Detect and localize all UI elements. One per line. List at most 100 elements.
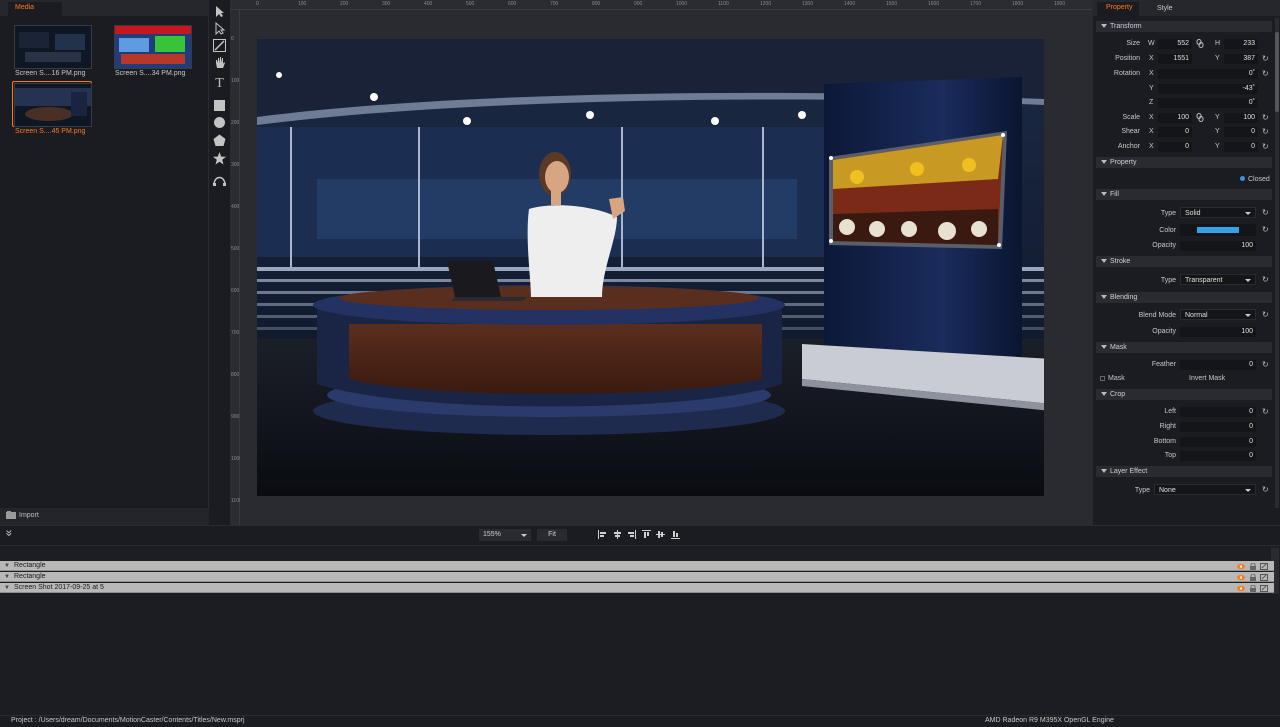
- ruler-tick: 1800: [1012, 1, 1024, 7]
- import-button[interactable]: Import: [19, 512, 39, 519]
- reset-icon[interactable]: ↻: [1262, 226, 1270, 234]
- tab-style[interactable]: Style: [1157, 5, 1173, 12]
- text-icon[interactable]: T: [213, 77, 226, 91]
- fill-opacity-field[interactable]: 100: [1180, 241, 1256, 251]
- tab-media[interactable]: Media: [8, 2, 62, 16]
- visibility-eye-icon[interactable]: [1237, 563, 1245, 570]
- section-stroke[interactable]: Stroke: [1096, 256, 1272, 267]
- select-arrow-icon[interactable]: [213, 5, 226, 18]
- size-width-field[interactable]: 552: [1158, 39, 1192, 49]
- rectangle-icon[interactable]: [213, 99, 226, 112]
- pen-icon[interactable]: [213, 39, 226, 52]
- polygon-icon[interactable]: [213, 134, 226, 147]
- edit-layer-icon[interactable]: [1260, 574, 1268, 581]
- lock-icon[interactable]: [1249, 584, 1257, 592]
- mask-checkbox[interactable]: [1100, 376, 1105, 381]
- rotation-z-field[interactable]: 0˚: [1158, 98, 1258, 108]
- closed-label[interactable]: Closed: [1248, 176, 1270, 183]
- reset-icon[interactable]: ↻: [1262, 55, 1270, 63]
- ellipse-icon[interactable]: [213, 116, 226, 129]
- layer-effect-type-select[interactable]: None: [1154, 484, 1256, 495]
- ruler-tick: 1900: [1054, 1, 1066, 7]
- fit-button[interactable]: Fit: [537, 529, 567, 541]
- direct-select-icon[interactable]: [213, 21, 226, 36]
- anchor-y-field[interactable]: 0: [1224, 142, 1258, 152]
- fill-type-select[interactable]: Solid: [1180, 207, 1256, 218]
- crop-right-field[interactable]: 0: [1180, 422, 1256, 432]
- anchor-x-field[interactable]: 0: [1158, 142, 1192, 152]
- crop-bottom-field[interactable]: 0: [1180, 437, 1256, 447]
- media-thumbnail[interactable]: [14, 25, 92, 69]
- section-transform[interactable]: Transform: [1096, 21, 1272, 32]
- curve-icon[interactable]: [213, 173, 226, 186]
- scale-y-field[interactable]: 100: [1224, 113, 1258, 123]
- blend-mode-select[interactable]: Normal: [1180, 309, 1256, 320]
- visibility-eye-icon[interactable]: [1237, 574, 1245, 581]
- zoom-select[interactable]: 155%: [479, 529, 531, 541]
- star-icon[interactable]: [213, 152, 226, 165]
- align-top-icon[interactable]: [642, 530, 651, 539]
- scale-x-field[interactable]: 100: [1158, 113, 1192, 123]
- shear-y-field[interactable]: 0: [1224, 127, 1258, 137]
- reset-icon[interactable]: ↻: [1262, 114, 1270, 122]
- canvas-scene[interactable]: [257, 39, 1044, 496]
- panel-scrollbar-thumb[interactable]: [1275, 32, 1279, 112]
- media-thumbnail-selected[interactable]: [14, 83, 92, 127]
- link-icon[interactable]: [1196, 113, 1204, 122]
- section-property[interactable]: Property: [1096, 157, 1272, 168]
- section-fill[interactable]: Fill: [1096, 189, 1272, 200]
- closed-radio-dot[interactable]: [1240, 176, 1245, 181]
- rotation-y-field[interactable]: -43˚: [1158, 84, 1258, 94]
- position-y-field[interactable]: 387: [1224, 54, 1258, 64]
- edit-layer-icon[interactable]: [1260, 585, 1268, 592]
- fill-color-well[interactable]: [1180, 224, 1256, 236]
- reset-icon[interactable]: ↻: [1262, 209, 1270, 217]
- reset-icon[interactable]: ↻: [1262, 408, 1270, 416]
- section-crop[interactable]: Crop: [1096, 389, 1272, 400]
- blend-opacity-field[interactable]: 100: [1180, 327, 1256, 337]
- layer-row[interactable]: ▼ Screen Shot 2017-09-25 at 5: [0, 583, 1274, 593]
- shear-x-axis: X: [1149, 128, 1154, 135]
- edit-layer-icon[interactable]: [1260, 563, 1268, 570]
- rotation-x-field[interactable]: 0˚: [1158, 69, 1258, 79]
- reset-icon[interactable]: ↻: [1262, 311, 1270, 319]
- layer-row[interactable]: ▼ Rectangle: [0, 572, 1274, 582]
- reset-icon[interactable]: ↻: [1262, 486, 1270, 494]
- shear-x-field[interactable]: 0: [1158, 127, 1192, 137]
- align-middle-v-icon[interactable]: [656, 530, 665, 539]
- invert-mask-label[interactable]: Invert Mask: [1189, 375, 1225, 382]
- stroke-type-select[interactable]: Transparent: [1180, 274, 1256, 285]
- size-height-field[interactable]: 233: [1224, 39, 1258, 49]
- layer-row[interactable]: ▼ Rectangle: [0, 561, 1274, 571]
- section-layer-effect[interactable]: Layer Effect: [1096, 466, 1272, 477]
- tools-column: T: [209, 0, 230, 525]
- crop-top-field[interactable]: 0: [1180, 451, 1256, 461]
- layers-empty-area[interactable]: [0, 594, 1280, 715]
- section-blending[interactable]: Blending: [1096, 292, 1272, 303]
- media-thumbnail[interactable]: [114, 25, 192, 69]
- link-icon[interactable]: [1196, 39, 1204, 48]
- ruler-tick: 500: [466, 1, 475, 7]
- crop-left-field[interactable]: 0: [1180, 407, 1256, 417]
- align-bottom-icon[interactable]: [671, 530, 680, 539]
- position-x-field[interactable]: 1551: [1158, 54, 1192, 64]
- reset-icon[interactable]: ↻: [1262, 143, 1270, 151]
- align-left-icon[interactable]: [598, 530, 607, 539]
- reset-icon[interactable]: ↻: [1262, 128, 1270, 136]
- feather-field[interactable]: 0: [1180, 360, 1256, 370]
- align-center-h-icon[interactable]: [613, 530, 622, 539]
- reset-icon[interactable]: ↻: [1262, 361, 1270, 369]
- lock-icon[interactable]: [1249, 573, 1257, 581]
- section-mask[interactable]: Mask: [1096, 342, 1272, 353]
- lock-icon[interactable]: [1249, 562, 1257, 570]
- layer-name: Screen Shot 2017-09-25 at 5: [14, 584, 104, 591]
- reset-icon[interactable]: ↻: [1262, 70, 1270, 78]
- collapse-down-icon[interactable]: »: [2, 530, 16, 537]
- import-icon[interactable]: [6, 511, 16, 519]
- mask-label[interactable]: Mask: [1108, 375, 1125, 382]
- visibility-eye-icon[interactable]: [1237, 585, 1245, 592]
- align-right-icon[interactable]: [627, 530, 636, 539]
- tab-property[interactable]: Property: [1097, 2, 1139, 16]
- reset-icon[interactable]: ↻: [1262, 276, 1270, 284]
- hand-icon[interactable]: [213, 56, 226, 69]
